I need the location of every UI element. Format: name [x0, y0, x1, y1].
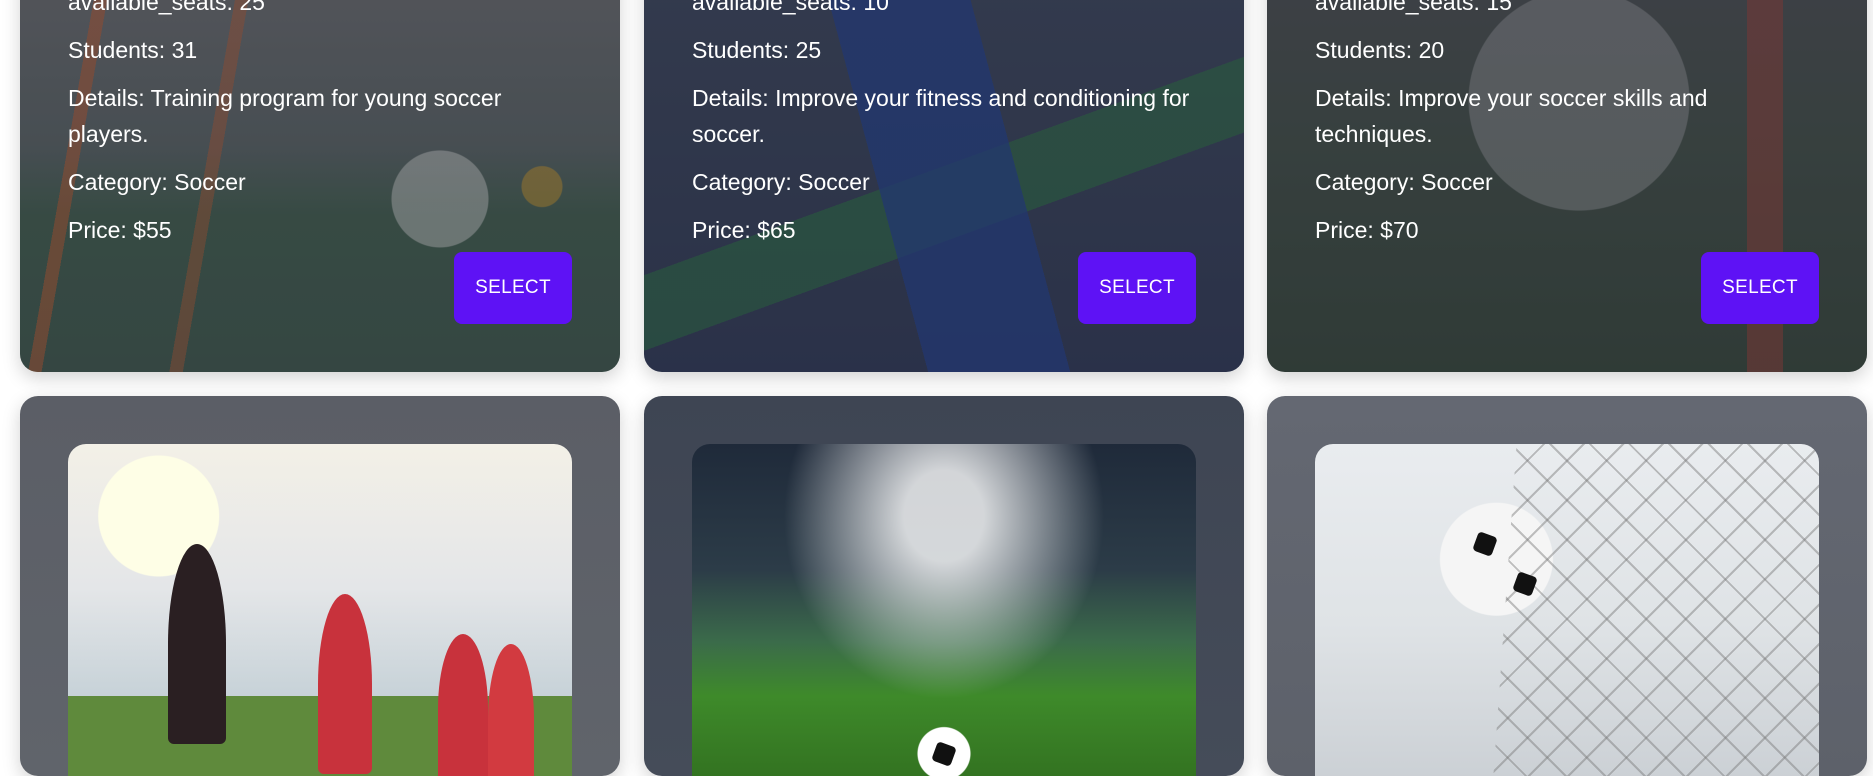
select-button[interactable]: SELECT: [1701, 252, 1819, 324]
card-info: available_seats: 10 Students: 25 Details…: [692, 0, 1202, 260]
available-seats: available_seats: 25: [68, 0, 265, 15]
class-details: Details: Training program for young socc…: [68, 85, 502, 147]
class-card: available_seats: 15 Students: 20 Details…: [1267, 0, 1867, 372]
class-details: Details: Improve your fitness and condit…: [692, 85, 1190, 147]
class-image-ball-net: [1315, 444, 1819, 776]
class-category: Category: Soccer: [68, 169, 246, 195]
available-seats: available_seats: 15: [1315, 0, 1512, 15]
class-price: Price: $55: [68, 217, 172, 243]
class-category: Category: Soccer: [692, 169, 870, 195]
class-image-kids-soccer: [68, 444, 572, 776]
card-info: available_seats: 25 Students: 31 Details…: [68, 0, 578, 260]
card-info: available_seats: 15 Students: 20 Details…: [1315, 0, 1825, 260]
class-image-stadium-ball: [692, 444, 1196, 776]
class-category: Category: Soccer: [1315, 169, 1493, 195]
select-button[interactable]: SELECT: [454, 252, 572, 324]
students-count: Students: 25: [692, 37, 822, 63]
students-count: Students: 31: [68, 37, 198, 63]
classes-grid: available_seats: 25 Students: 31 Details…: [0, 0, 1873, 776]
class-price: Price: $70: [1315, 217, 1419, 243]
class-card: [20, 396, 620, 776]
class-card: available_seats: 25 Students: 31 Details…: [20, 0, 620, 372]
class-details: Details: Improve your soccer skills and …: [1315, 85, 1708, 147]
students-count: Students: 20: [1315, 37, 1445, 63]
class-card: available_seats: 10 Students: 25 Details…: [644, 0, 1244, 372]
select-button[interactable]: SELECT: [1078, 252, 1196, 324]
class-card: [644, 396, 1244, 776]
available-seats: available_seats: 10: [692, 0, 889, 15]
class-card: [1267, 396, 1867, 776]
class-price: Price: $65: [692, 217, 796, 243]
